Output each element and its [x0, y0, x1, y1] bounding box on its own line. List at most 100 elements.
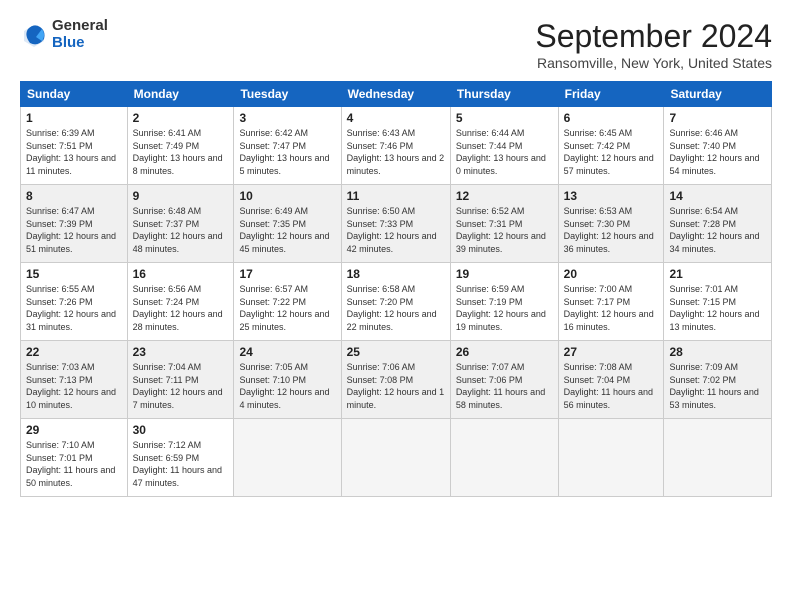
day-number: 27	[564, 345, 659, 359]
day-number: 13	[564, 189, 659, 203]
day-info: Sunrise: 7:01 AM Sunset: 7:15 PM Dayligh…	[669, 283, 766, 333]
day-number: 20	[564, 267, 659, 281]
col-monday: Monday	[127, 82, 234, 107]
day-info: Sunrise: 6:47 AM Sunset: 7:39 PM Dayligh…	[26, 205, 122, 255]
day-info: Sunrise: 7:09 AM Sunset: 7:02 PM Dayligh…	[669, 361, 766, 411]
day-number: 28	[669, 345, 766, 359]
table-row: 12 Sunrise: 6:52 AM Sunset: 7:31 PM Dayl…	[450, 185, 558, 263]
day-number: 2	[133, 111, 229, 125]
day-info: Sunrise: 6:46 AM Sunset: 7:40 PM Dayligh…	[669, 127, 766, 177]
table-row	[664, 419, 772, 497]
table-row: 27 Sunrise: 7:08 AM Sunset: 7:04 PM Dayl…	[558, 341, 664, 419]
day-info: Sunrise: 7:00 AM Sunset: 7:17 PM Dayligh…	[564, 283, 659, 333]
calendar-week-row: 8 Sunrise: 6:47 AM Sunset: 7:39 PM Dayli…	[21, 185, 772, 263]
day-number: 25	[347, 345, 445, 359]
day-info: Sunrise: 6:54 AM Sunset: 7:28 PM Dayligh…	[669, 205, 766, 255]
day-number: 15	[26, 267, 122, 281]
day-number: 9	[133, 189, 229, 203]
logo-general: General	[52, 18, 108, 35]
col-saturday: Saturday	[664, 82, 772, 107]
day-number: 12	[456, 189, 553, 203]
day-info: Sunrise: 7:03 AM Sunset: 7:13 PM Dayligh…	[26, 361, 122, 411]
day-number: 6	[564, 111, 659, 125]
day-info: Sunrise: 6:44 AM Sunset: 7:44 PM Dayligh…	[456, 127, 553, 177]
logo-blue: Blue	[52, 35, 108, 52]
day-info: Sunrise: 7:05 AM Sunset: 7:10 PM Dayligh…	[239, 361, 335, 411]
month-title: September 2024	[535, 18, 772, 55]
day-info: Sunrise: 6:48 AM Sunset: 7:37 PM Dayligh…	[133, 205, 229, 255]
calendar-week-row: 22 Sunrise: 7:03 AM Sunset: 7:13 PM Dayl…	[21, 341, 772, 419]
day-number: 29	[26, 423, 122, 437]
col-thursday: Thursday	[450, 82, 558, 107]
calendar-table: Sunday Monday Tuesday Wednesday Thursday…	[20, 81, 772, 497]
table-row: 24 Sunrise: 7:05 AM Sunset: 7:10 PM Dayl…	[234, 341, 341, 419]
day-info: Sunrise: 7:07 AM Sunset: 7:06 PM Dayligh…	[456, 361, 553, 411]
day-info: Sunrise: 6:39 AM Sunset: 7:51 PM Dayligh…	[26, 127, 122, 177]
day-number: 4	[347, 111, 445, 125]
day-number: 30	[133, 423, 229, 437]
table-row: 2 Sunrise: 6:41 AM Sunset: 7:49 PM Dayli…	[127, 107, 234, 185]
day-info: Sunrise: 6:45 AM Sunset: 7:42 PM Dayligh…	[564, 127, 659, 177]
table-row: 9 Sunrise: 6:48 AM Sunset: 7:37 PM Dayli…	[127, 185, 234, 263]
day-info: Sunrise: 7:06 AM Sunset: 7:08 PM Dayligh…	[347, 361, 445, 411]
table-row: 10 Sunrise: 6:49 AM Sunset: 7:35 PM Dayl…	[234, 185, 341, 263]
day-number: 16	[133, 267, 229, 281]
page: General Blue September 2024 Ransomville,…	[0, 0, 792, 612]
table-row: 11 Sunrise: 6:50 AM Sunset: 7:33 PM Dayl…	[341, 185, 450, 263]
calendar-week-row: 15 Sunrise: 6:55 AM Sunset: 7:26 PM Dayl…	[21, 263, 772, 341]
day-number: 11	[347, 189, 445, 203]
table-row: 19 Sunrise: 6:59 AM Sunset: 7:19 PM Dayl…	[450, 263, 558, 341]
location: Ransomville, New York, United States	[535, 55, 772, 71]
day-number: 26	[456, 345, 553, 359]
table-row: 13 Sunrise: 6:53 AM Sunset: 7:30 PM Dayl…	[558, 185, 664, 263]
day-number: 10	[239, 189, 335, 203]
logo-text: General Blue	[52, 18, 108, 51]
table-row: 22 Sunrise: 7:03 AM Sunset: 7:13 PM Dayl…	[21, 341, 128, 419]
day-number: 19	[456, 267, 553, 281]
day-number: 7	[669, 111, 766, 125]
day-number: 23	[133, 345, 229, 359]
day-info: Sunrise: 6:55 AM Sunset: 7:26 PM Dayligh…	[26, 283, 122, 333]
day-info: Sunrise: 6:56 AM Sunset: 7:24 PM Dayligh…	[133, 283, 229, 333]
table-row: 3 Sunrise: 6:42 AM Sunset: 7:47 PM Dayli…	[234, 107, 341, 185]
table-row: 4 Sunrise: 6:43 AM Sunset: 7:46 PM Dayli…	[341, 107, 450, 185]
logo: General Blue	[20, 18, 108, 51]
day-number: 1	[26, 111, 122, 125]
day-info: Sunrise: 6:53 AM Sunset: 7:30 PM Dayligh…	[564, 205, 659, 255]
table-row: 23 Sunrise: 7:04 AM Sunset: 7:11 PM Dayl…	[127, 341, 234, 419]
col-sunday: Sunday	[21, 82, 128, 107]
table-row: 14 Sunrise: 6:54 AM Sunset: 7:28 PM Dayl…	[664, 185, 772, 263]
day-number: 8	[26, 189, 122, 203]
calendar-week-row: 1 Sunrise: 6:39 AM Sunset: 7:51 PM Dayli…	[21, 107, 772, 185]
table-row: 8 Sunrise: 6:47 AM Sunset: 7:39 PM Dayli…	[21, 185, 128, 263]
table-row: 1 Sunrise: 6:39 AM Sunset: 7:51 PM Dayli…	[21, 107, 128, 185]
day-info: Sunrise: 6:42 AM Sunset: 7:47 PM Dayligh…	[239, 127, 335, 177]
table-row: 18 Sunrise: 6:58 AM Sunset: 7:20 PM Dayl…	[341, 263, 450, 341]
day-info: Sunrise: 6:50 AM Sunset: 7:33 PM Dayligh…	[347, 205, 445, 255]
day-info: Sunrise: 7:04 AM Sunset: 7:11 PM Dayligh…	[133, 361, 229, 411]
table-row	[450, 419, 558, 497]
day-number: 14	[669, 189, 766, 203]
day-number: 17	[239, 267, 335, 281]
table-row	[341, 419, 450, 497]
table-row: 16 Sunrise: 6:56 AM Sunset: 7:24 PM Dayl…	[127, 263, 234, 341]
day-number: 24	[239, 345, 335, 359]
table-row: 5 Sunrise: 6:44 AM Sunset: 7:44 PM Dayli…	[450, 107, 558, 185]
logo-icon	[20, 21, 48, 49]
col-friday: Friday	[558, 82, 664, 107]
title-block: September 2024 Ransomville, New York, Un…	[535, 18, 772, 71]
table-row	[558, 419, 664, 497]
day-info: Sunrise: 6:41 AM Sunset: 7:49 PM Dayligh…	[133, 127, 229, 177]
day-info: Sunrise: 6:58 AM Sunset: 7:20 PM Dayligh…	[347, 283, 445, 333]
day-info: Sunrise: 6:59 AM Sunset: 7:19 PM Dayligh…	[456, 283, 553, 333]
table-row: 28 Sunrise: 7:09 AM Sunset: 7:02 PM Dayl…	[664, 341, 772, 419]
table-row: 17 Sunrise: 6:57 AM Sunset: 7:22 PM Dayl…	[234, 263, 341, 341]
header: General Blue September 2024 Ransomville,…	[20, 18, 772, 71]
day-info: Sunrise: 7:08 AM Sunset: 7:04 PM Dayligh…	[564, 361, 659, 411]
table-row: 21 Sunrise: 7:01 AM Sunset: 7:15 PM Dayl…	[664, 263, 772, 341]
col-wednesday: Wednesday	[341, 82, 450, 107]
day-info: Sunrise: 6:43 AM Sunset: 7:46 PM Dayligh…	[347, 127, 445, 177]
day-info: Sunrise: 7:12 AM Sunset: 6:59 PM Dayligh…	[133, 439, 229, 489]
day-number: 22	[26, 345, 122, 359]
day-number: 3	[239, 111, 335, 125]
